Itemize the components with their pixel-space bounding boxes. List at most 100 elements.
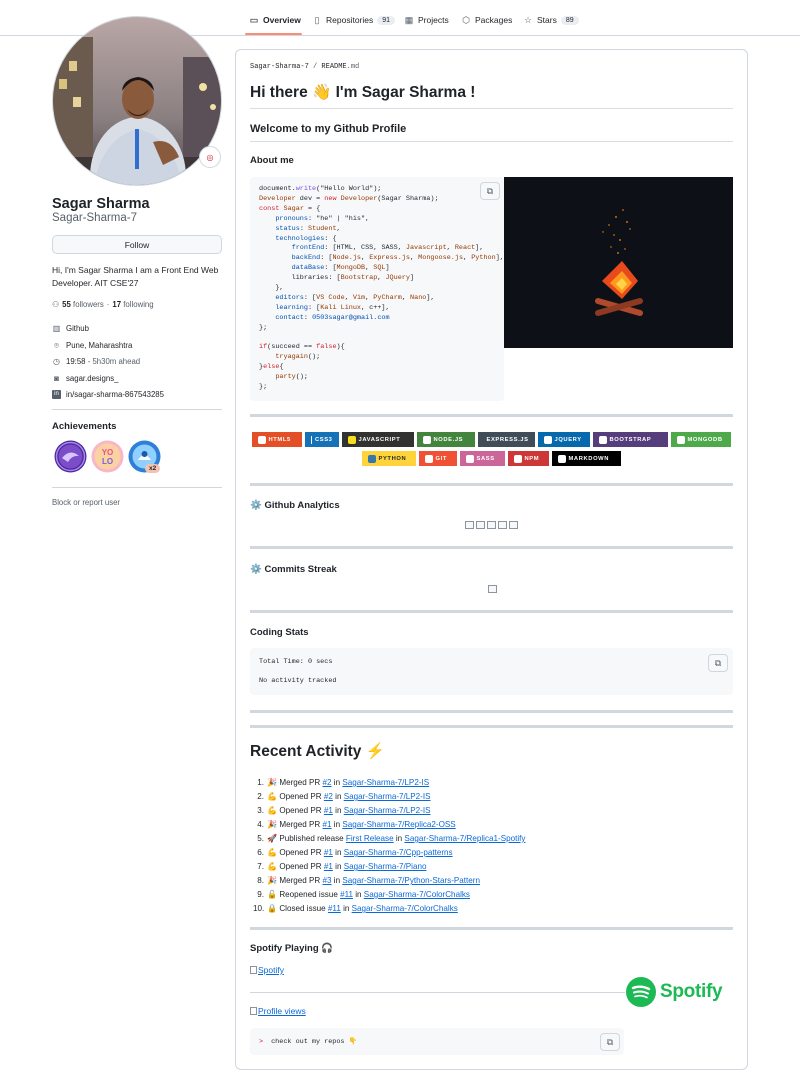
activity-pr-link[interactable]: #2 xyxy=(324,792,333,801)
activity-pr-link[interactable]: #3 xyxy=(323,876,332,885)
tech-logo-icon xyxy=(257,435,266,444)
status-emoji-icon[interactable]: ◎ xyxy=(199,146,221,168)
linkedin-icon: in xyxy=(52,390,61,399)
tab-label: Overview xyxy=(263,15,301,25)
tab-overview[interactable]: ▭ Overview xyxy=(249,10,301,30)
followers-link[interactable]: 55 followers xyxy=(62,300,104,309)
code-line: Developer dev = new Developer(Sagar Shar… xyxy=(259,195,495,205)
profile-views-link[interactable]: Profile views xyxy=(250,1006,306,1016)
social-link-linkedin[interactable]: in in/sagar-sharma-867543285 xyxy=(52,390,164,399)
code-token: status xyxy=(275,224,300,233)
tech-logo-icon xyxy=(513,454,522,463)
code-token: }; xyxy=(259,383,268,392)
activity-repo-link[interactable]: Sagar-Sharma-7/ColorChalks xyxy=(352,904,458,913)
readme-owner-link[interactable]: Sagar-Sharma-7 xyxy=(250,63,309,71)
spotify-divider xyxy=(250,992,625,993)
activity-preposition: in xyxy=(333,778,341,787)
copy-code-button[interactable]: ⧉ xyxy=(480,182,500,200)
tab-packages[interactable]: ⬡ Packages xyxy=(461,10,512,30)
code-token: else xyxy=(263,363,280,372)
recent-activity-heading: Recent Activity ⚡ xyxy=(250,743,386,760)
section-divider xyxy=(250,483,733,486)
localtime-item: ◷ 19:58 - 5h30m ahead xyxy=(52,357,140,366)
activity-pr-link[interactable]: #11 xyxy=(340,890,353,899)
code-token: (succeed == xyxy=(267,343,317,352)
code-token: const xyxy=(259,204,280,213)
activity-repo-link[interactable]: Sagar-Sharma-7/Replica2-OSS xyxy=(342,820,455,829)
achievement-badge-pull-shark-icon[interactable] xyxy=(54,440,87,473)
activity-repo-link[interactable]: Sagar-Sharma-7/Piano xyxy=(344,862,427,871)
tab-stars[interactable]: ☆ Stars 89 xyxy=(523,10,579,30)
avatar[interactable] xyxy=(52,16,222,186)
code-token: VS Code xyxy=(316,293,345,302)
active-tab-indicator xyxy=(245,33,302,35)
code-token: false xyxy=(316,343,337,352)
activity-preposition: in xyxy=(395,834,403,843)
activity-preposition: in xyxy=(335,806,342,815)
activity-pr-link[interactable]: #2 xyxy=(323,778,332,787)
tab-repositories[interactable]: ▯ Repositories 91 xyxy=(312,10,396,30)
code-token: MongoDB xyxy=(336,264,366,273)
tech-badge: JQUERY xyxy=(537,432,590,447)
tab-projects[interactable]: ▦ Projects xyxy=(404,10,449,30)
code-token: : { xyxy=(324,234,337,243)
activity-pr-link[interactable]: #1 xyxy=(324,862,333,871)
code-token: Express.js xyxy=(369,254,410,263)
activity-repo-link[interactable]: Sagar-Sharma-7/LP2-IS xyxy=(344,806,431,815)
tech-badge: BOOTSTRAP xyxy=(592,432,668,447)
activity-repo-link[interactable]: Sagar-Sharma-7/Python-Stars-Pattern xyxy=(342,876,480,885)
heading-rule xyxy=(250,108,733,109)
tech-logo-icon xyxy=(557,454,566,463)
code-token: (Sagar Sharma); xyxy=(377,194,439,203)
code-token: ] xyxy=(385,264,390,273)
activity-pr-link[interactable]: #1 xyxy=(324,806,333,815)
code-token: Node.js xyxy=(332,254,362,263)
activity-emoji-icon: 💪 xyxy=(267,792,278,801)
code-token: : [HTML, CSS, SASS, xyxy=(324,244,406,253)
code-line: editors: [VS Code, Vim, PyCharm, Nano], xyxy=(259,294,495,304)
activity-list: 1. 🎉 Merged PR #2 in Sagar-Sharma-7/LP2-I… xyxy=(253,776,525,916)
tech-badge-label: BOOTSTRAP xyxy=(609,436,652,443)
activity-emoji-icon: 🎉 xyxy=(267,820,278,829)
achievement-badge-quickdraw-icon[interactable]: x2 xyxy=(128,440,161,473)
analytics-heading: ⚙️ Github Analytics xyxy=(250,500,340,511)
welcome-heading: Welcome to my Github Profile xyxy=(250,123,407,135)
activity-repo-link[interactable]: Sagar-Sharma-7/LP2-IS xyxy=(342,778,429,787)
activity-repo-link[interactable]: Sagar-Sharma-7/LP2-IS xyxy=(344,792,431,801)
company-item: ▥ Github xyxy=(52,324,89,333)
spotify-link[interactable]: Spotify xyxy=(250,965,284,975)
code-line: pronouns: "he" | "his", xyxy=(259,215,495,225)
activity-item: 1. 🎉 Merged PR #2 in Sagar-Sharma-7/LP2-I… xyxy=(253,776,525,790)
tech-badge-label: GIT xyxy=(435,455,447,462)
section-divider xyxy=(250,546,733,549)
achievement-badge-yolo-icon[interactable]: YO LO xyxy=(91,440,124,473)
activity-pr-link[interactable]: First Release xyxy=(346,834,394,843)
activity-emoji-icon: 💪 xyxy=(267,806,278,815)
code-token: Kali Linux xyxy=(320,303,362,312)
activity-repo-link[interactable]: Sagar-Sharma-7/Cpp-patterns xyxy=(344,848,453,857)
code-line: const Sagar = { xyxy=(259,205,495,215)
profile-bio: Hi, I'm Sagar Sharma I am a Front End We… xyxy=(52,265,219,288)
activity-repo-link[interactable]: Sagar-Sharma-7/ColorChalks xyxy=(364,890,470,899)
follow-button[interactable]: Follow xyxy=(52,235,222,254)
copy-stats-button[interactable]: ⧉ xyxy=(708,654,728,672)
following-link[interactable]: 17 following xyxy=(112,300,153,309)
activity-item: 4. 🎉 Merged PR #1 in Sagar-Sharma-7/Repli… xyxy=(253,818,525,832)
no-activity-text: No activity tracked xyxy=(259,677,337,685)
activity-pr-link[interactable]: #1 xyxy=(323,820,332,829)
activity-pr-link[interactable]: #11 xyxy=(328,904,341,913)
code-token: Javascript xyxy=(405,244,447,253)
readme-title: Hi there 👋 I'm Sagar Sharma ! xyxy=(250,84,476,101)
block-report-link[interactable]: Block or report user xyxy=(52,498,120,507)
activity-pr-link[interactable]: #1 xyxy=(324,848,333,857)
social-link-instagram[interactable]: ◙ sagar.designs_ xyxy=(52,374,118,383)
tech-logo-icon xyxy=(543,435,552,444)
code-token: new xyxy=(324,194,337,203)
tech-badge-label: JAVASCRIPT xyxy=(358,436,401,443)
copy-snippet-button[interactable]: ⧉ xyxy=(600,1033,620,1051)
activity-repo-link[interactable]: Sagar-Sharma-7/Replica1-Spotify xyxy=(404,834,525,843)
tech-badge-label: CSS3 xyxy=(314,436,333,443)
